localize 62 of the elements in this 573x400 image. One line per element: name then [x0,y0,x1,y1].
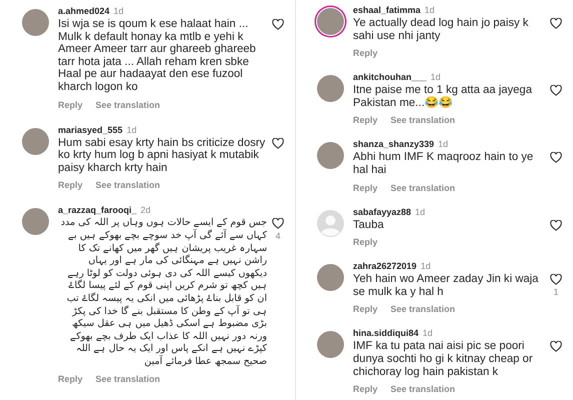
comment-text: Ye actually dead log hain jo paisy k sahi use nhi janty [353,17,530,42]
heart-icon[interactable] [550,341,562,352]
timestamp: 1d [420,261,431,272]
like-count: 4 [275,231,280,242]
see-translation-link[interactable]: See translation [390,182,456,194]
username[interactable]: a.ahmed024 [58,6,110,16]
heart-icon[interactable] [550,152,562,164]
username[interactable]: a_razzaq_farooqi_ [58,205,137,216]
username[interactable]: hina.siddiqui84 [353,328,419,338]
timestamp: 1d [438,139,448,150]
see-translation-link[interactable]: See translation [96,374,160,386]
comment-text: Isi wja se is qoum k ese halaat hain ... Mulk k default honay ka mtlb e yehi k Ameer Ameer tarr aur ghareeb ghareeb tarr hota jata ... Allah reham kren sbke Haal pe aur hadaayat den ese fuzool kharch logon ko [58,18,257,94]
avatar-photo[interactable] [22,128,49,155]
timestamp: 1d [424,5,435,15]
comment-text: Itne paise me to 1 kg atta aa jayega Pakistan me...😂😂 [353,84,533,110]
timestamp: 1d [415,206,426,217]
reply-link[interactable]: Reply [353,237,378,248]
timestamp: 1d [114,6,124,16]
heart-icon[interactable] [550,274,562,286]
timestamp: 1d [126,124,137,135]
see-translation-link[interactable]: See translation [390,115,456,126]
reply-link[interactable]: Reply [353,384,378,396]
comment-text: Abhi hum IMF K maqrooz hain to ye hal hai [353,151,534,177]
see-translation-link[interactable]: See translation [390,304,456,316]
avatar-photo[interactable] [317,8,344,35]
comment-text: IMF ka tu pata nai aisi pic se poori dunya sochti ho gi k kitnay cheap or chichoray log hain pakistan k [353,340,534,378]
comment-text: Tauba [353,218,385,232]
heart-icon[interactable] [550,18,562,29]
comment-text: Yeh hain wo Ameer zaday Jin ki waja se mulk ka y hal h [353,273,540,298]
avatar-photo[interactable] [22,208,49,236]
username[interactable]: zahra26272019 [353,261,417,272]
avatar-photo[interactable] [317,264,344,292]
avatar-photo[interactable] [317,142,344,170]
like-count: 1 [553,287,558,298]
comment-text: Hum sabi esay krty hain bs criticize dosry ko krty hum log b apni hasiyat k mutabik paisy kharch krty hain [58,136,266,174]
comment-text: جس قوم کے ایسے حالات ہوں وہاں پر اللہ کی مدد کہاں سے آئے گی آپ خد سوچے بچے بھوکے ہیں بے سہارہ غریب پریشان ہیں گھر میں کھانے تک کا راشن نہیں ہے مہنگائی کی مار ہے اور یہاں دیکھوں کیسے اللہ کی دی ہوئی دولت کو لوٹا رہے ہیں کچھ تو شرم کریں اپنی قوم کے لئے پیسا لگاۓ ان کو قابل بناۓ پڑھائی میں انکی یہ پیسہ لگاۓ تب ہی تو آپ کے وطن کا مستقبل بنے گا خدا کی پکڑ بڑی مضبوط ہے اسکی ڈھیل میں ہی عقل سیکھ ورنہ دور نہیں اللہ کا عذاب ایک طرف بچے بھوکے کپڑے نہیں ہے انکے پاس اور ایک یہ حال ہے اللہ صحیح سمجھ عطا فرمائے آمین [60,217,267,368]
heart-icon[interactable] [550,85,562,96]
heart-icon[interactable] [550,220,562,231]
see-translation-link[interactable]: See translation [96,180,160,192]
avatar-photo[interactable] [317,75,344,102]
heart-icon[interactable] [272,19,284,30]
reply-link[interactable]: Reply [353,182,378,194]
username[interactable]: eshaal_fatimma [353,5,421,15]
username[interactable]: sabafayyaz88 [353,206,412,217]
username[interactable]: mariasyed_555 [58,124,123,135]
see-translation-link[interactable]: See translation [390,384,456,396]
reply-link[interactable]: Reply [353,115,378,126]
timestamp: 1d [430,72,441,82]
reply-link[interactable]: Reply [58,374,83,386]
avatar-photo[interactable] [317,331,344,358]
username[interactable]: ankitchouhan___ [353,72,427,82]
heart-icon[interactable] [272,218,284,230]
username[interactable]: shanza_shanzy339 [353,139,434,150]
timestamp: 2d [140,205,151,216]
avatar-photo[interactable] [22,9,49,36]
reply-link[interactable]: Reply [353,48,378,60]
reply-link[interactable]: Reply [353,304,378,316]
see-translation-link[interactable]: See translation [96,100,160,111]
reply-link[interactable]: Reply [58,180,83,192]
timestamp: 1d [422,328,433,338]
heart-icon[interactable] [272,138,284,149]
reply-link[interactable]: Reply [58,100,83,111]
